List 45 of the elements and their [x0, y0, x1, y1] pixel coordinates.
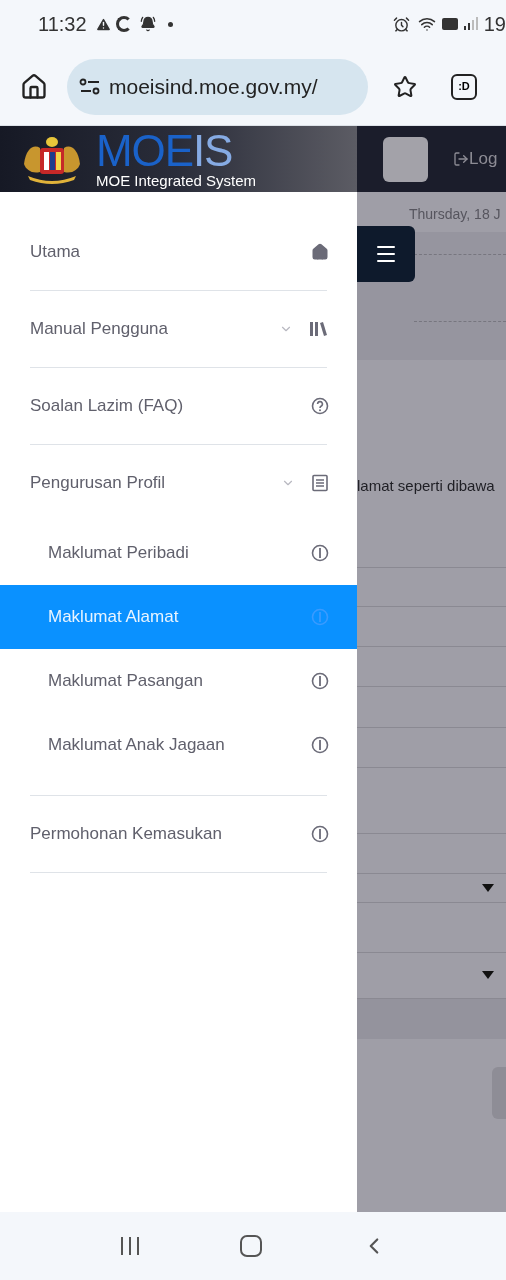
warning-icon: [94, 15, 112, 33]
info-icon: [311, 825, 329, 843]
home-nav-button[interactable]: [240, 1235, 262, 1257]
menu-label: Maklumat Pasangan: [48, 670, 204, 693]
intro-text: lamat seperti dibawa: [357, 476, 496, 496]
bell-icon: [139, 16, 156, 32]
dropdown-arrow-icon: [482, 883, 494, 892]
signal-icon: [439, 16, 480, 32]
info-icon: [311, 608, 329, 626]
alarm-icon: [392, 15, 410, 33]
logout-icon: [453, 151, 469, 167]
menu-toggle-button[interactable]: [357, 226, 415, 282]
url-text: moeisind.moe.gov.my/: [109, 73, 318, 100]
dropdown-arrow-icon: [482, 971, 494, 979]
info-icon: [311, 672, 329, 690]
battery-level: 19: [483, 12, 506, 37]
menu-label: Soalan Lazim (FAQ): [30, 395, 185, 418]
status-time: 11:32: [38, 12, 87, 37]
menu-label: Pengurusan Profil: [30, 472, 167, 495]
bookmark-star-icon[interactable]: [393, 74, 417, 99]
recent-apps-icon[interactable]: [119, 1236, 142, 1256]
site-settings-icon: [79, 77, 101, 96]
menu-label: Utama: [30, 241, 82, 264]
document-icon: [311, 474, 329, 492]
logout-link[interactable]: Log: [469, 146, 498, 172]
home-icon: [311, 243, 329, 261]
menu-label: Maklumat Alamat: [48, 606, 180, 629]
g-icon: [115, 16, 132, 32]
logo-subtitle: MOE Integrated System: [96, 172, 257, 188]
menu-label: Maklumat Anak Jagaan: [48, 734, 226, 757]
info-icon: [311, 736, 329, 754]
wifi-icon: [417, 15, 436, 33]
logo-title-accent: IS: [192, 130, 233, 171]
menu-label: Maklumat Peribadi: [48, 542, 190, 565]
avatar-square: [383, 136, 428, 182]
home-button[interactable]: [20, 72, 48, 101]
address-bar[interactable]: moeisind.moe.gov.my/: [67, 58, 368, 115]
logo-title: MOE: [96, 130, 193, 171]
menu-label: Manual Pengguna: [30, 318, 169, 341]
question-icon: [311, 397, 329, 415]
books-icon: [309, 320, 329, 338]
menu-label: Permohonan Kemasukan: [30, 823, 223, 846]
date-text: Thursday, 18 J: [408, 205, 502, 224]
info-icon: [311, 544, 329, 562]
tab-switcher-button[interactable]: :D: [451, 73, 477, 100]
